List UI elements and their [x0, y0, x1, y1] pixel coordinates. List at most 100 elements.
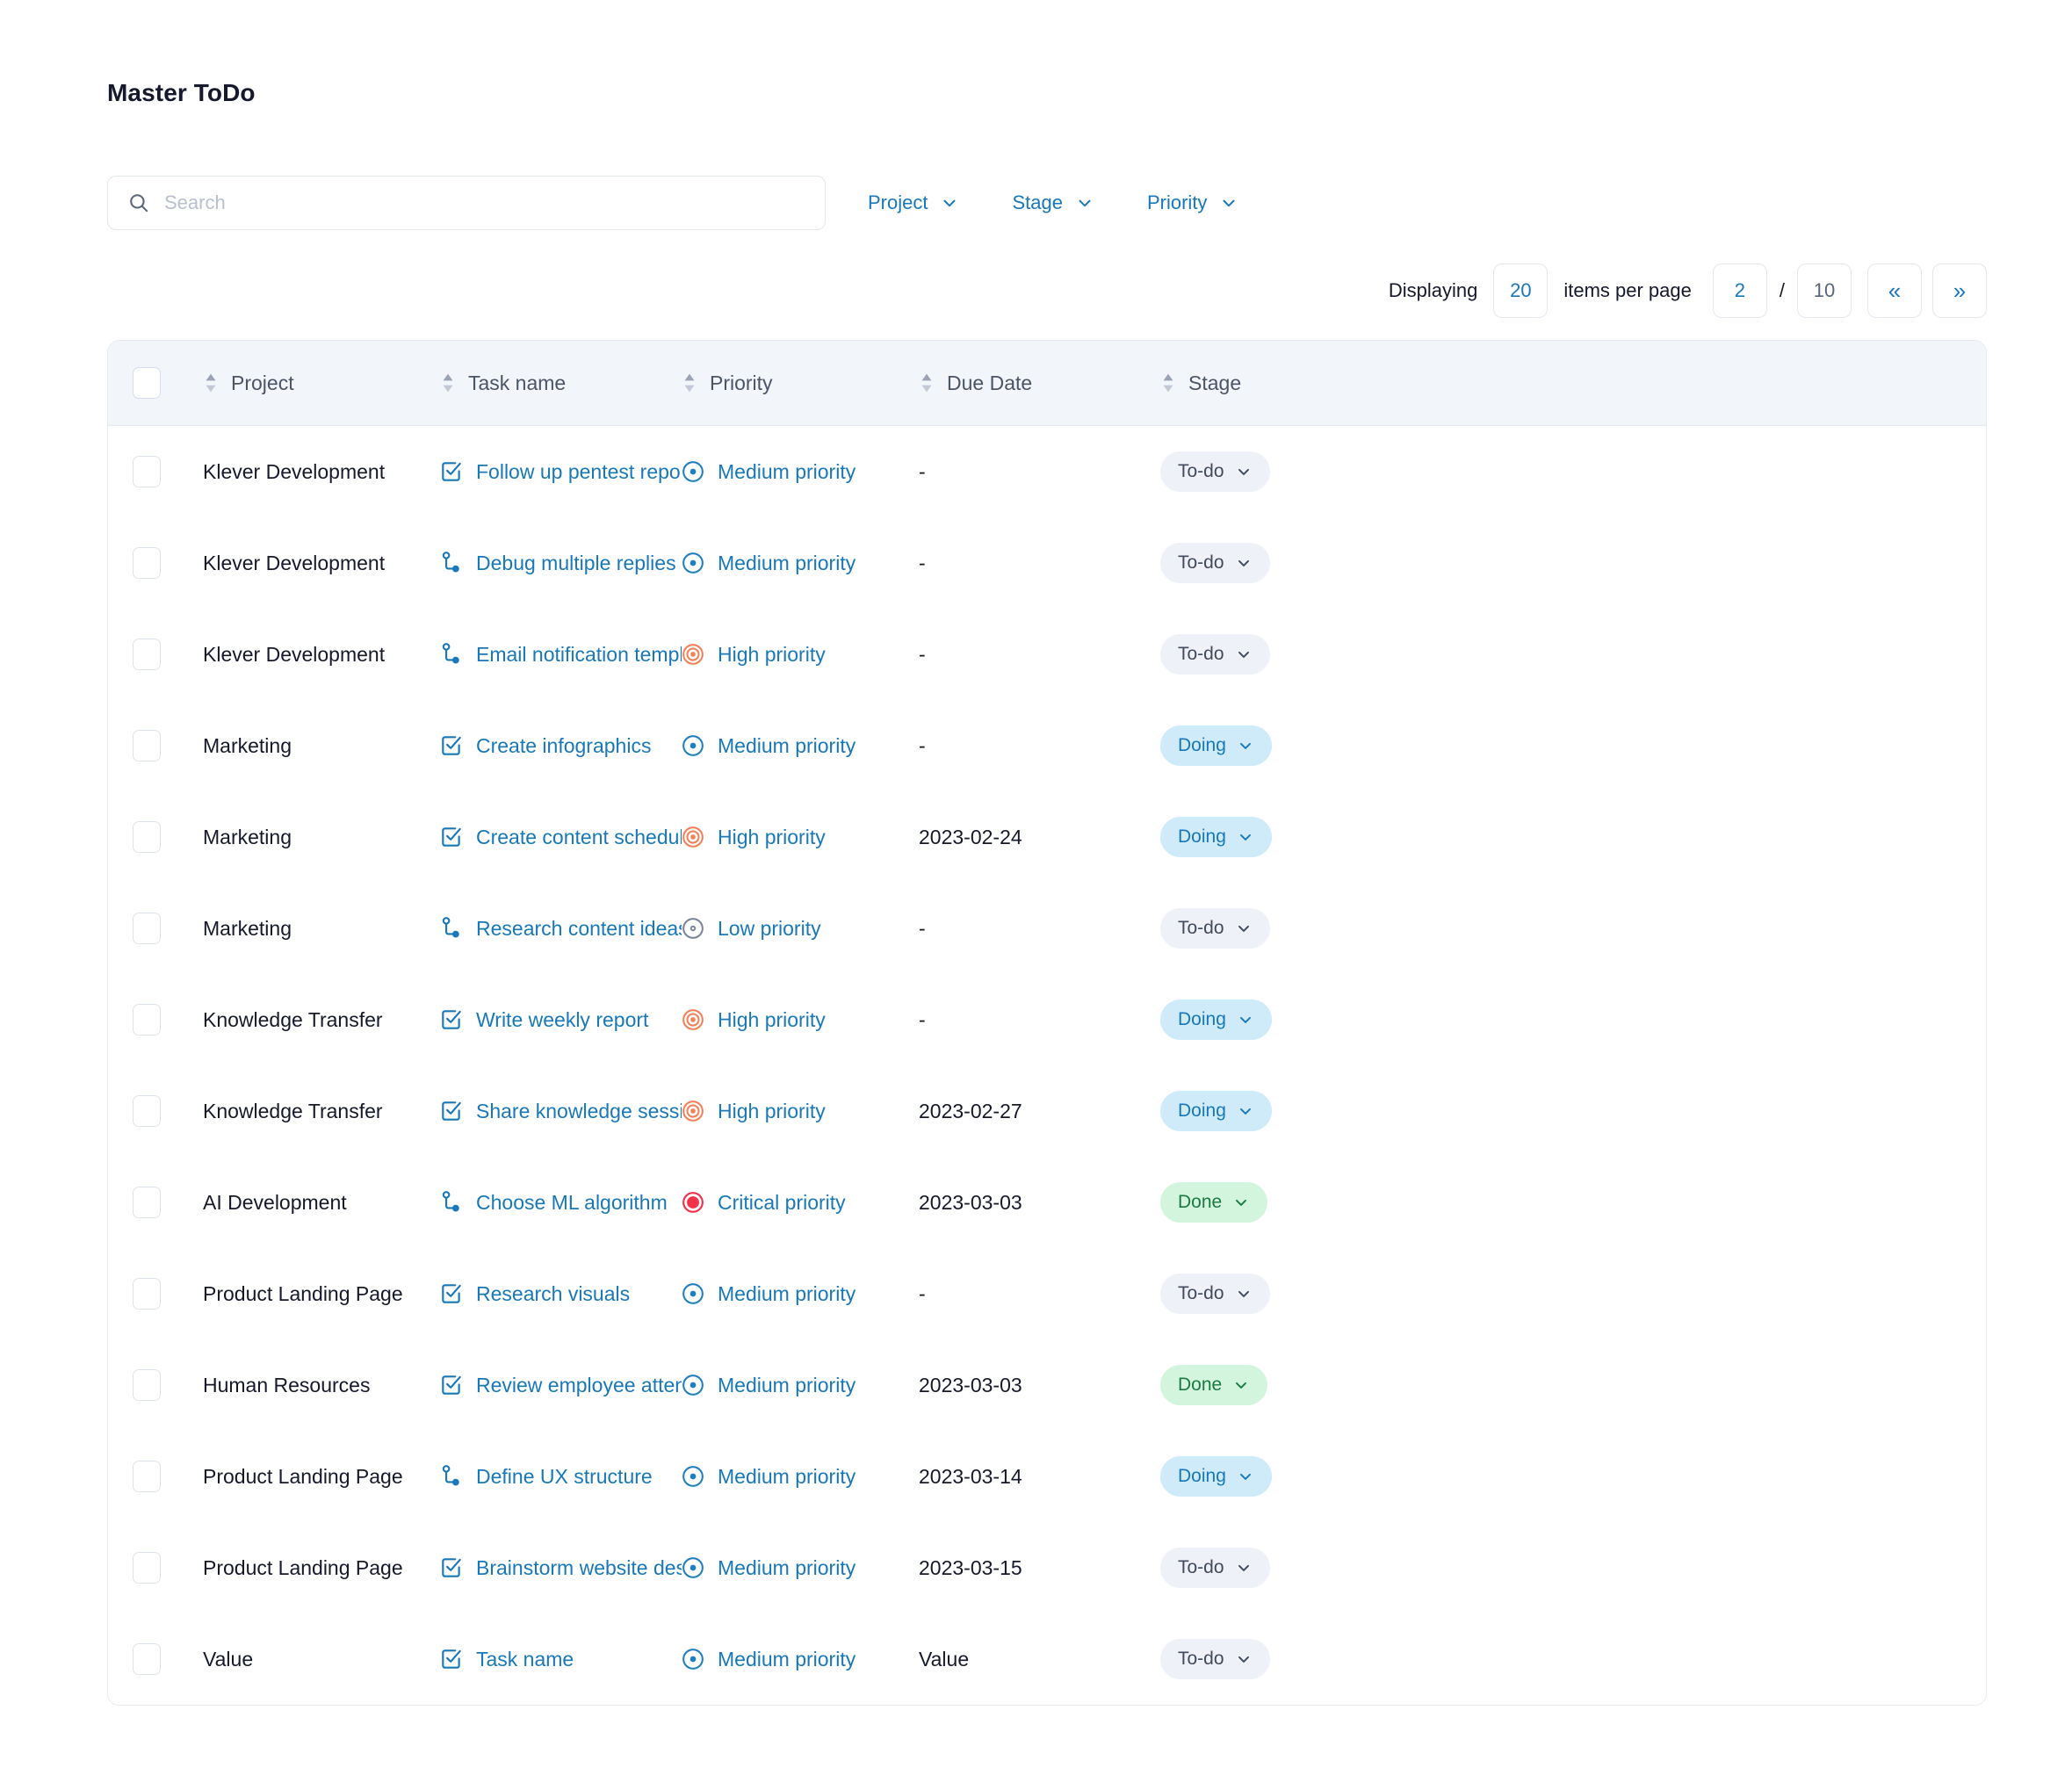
- stage-badge[interactable]: To-do: [1160, 634, 1270, 675]
- cell-due-date: -: [919, 917, 1160, 941]
- priority-selector[interactable]: High priority: [682, 643, 826, 667]
- row-checkbox[interactable]: [133, 1461, 161, 1492]
- task-name-link[interactable]: Write weekly report: [440, 1007, 648, 1032]
- cell-priority: High priority: [682, 643, 919, 667]
- task-name-link[interactable]: Choose ML algorithm: [440, 1190, 668, 1215]
- priority-selector[interactable]: Medium priority: [682, 734, 856, 758]
- stage-badge[interactable]: To-do: [1160, 908, 1270, 949]
- task-name-link[interactable]: Share knowledge session: [440, 1099, 682, 1123]
- current-page-input[interactable]: 2: [1712, 263, 1767, 318]
- priority-selector[interactable]: Medium priority: [682, 1465, 856, 1489]
- items-per-page-label: items per page: [1563, 279, 1692, 301]
- search-box[interactable]: [107, 176, 826, 230]
- row-checkbox[interactable]: [133, 1552, 161, 1584]
- stage-label: To-do: [1178, 552, 1224, 573]
- cell-project: Klever Development: [203, 642, 386, 666]
- filter-project[interactable]: Project: [852, 184, 975, 221]
- stage-badge[interactable]: Done: [1160, 1182, 1268, 1223]
- priority-selector[interactable]: Medium priority: [682, 1648, 856, 1671]
- cell-project: Knowledge Transfer: [203, 1099, 383, 1122]
- priority-selector[interactable]: High priority: [682, 826, 826, 849]
- sort-icon[interactable]: [682, 372, 697, 394]
- stage-badge[interactable]: Doing: [1160, 999, 1272, 1040]
- filter-priority[interactable]: Priority: [1131, 184, 1254, 221]
- row-checkbox[interactable]: [133, 1278, 161, 1310]
- priority-selector[interactable]: High priority: [682, 1008, 826, 1032]
- task-name-link[interactable]: Define UX structure: [440, 1464, 653, 1489]
- priority-selector[interactable]: Low priority: [682, 917, 821, 941]
- row-checkbox[interactable]: [133, 913, 161, 944]
- task-name-link[interactable]: Create infographics: [440, 733, 651, 758]
- subtask-icon: [440, 1464, 463, 1489]
- stage-badge[interactable]: To-do: [1160, 543, 1270, 583]
- stage-badge[interactable]: Doing: [1160, 725, 1272, 766]
- sort-icon[interactable]: [1160, 372, 1176, 394]
- stage-badge[interactable]: Doing: [1160, 1091, 1272, 1131]
- task-name-link[interactable]: Follow up pentest report: [440, 459, 682, 484]
- filter-priority-label: Priority: [1146, 191, 1208, 213]
- column-header-priority[interactable]: Priority: [682, 372, 919, 395]
- stage-badge[interactable]: To-do: [1160, 1639, 1270, 1679]
- column-header-stage[interactable]: Stage: [1160, 372, 1406, 395]
- stage-label: To-do: [1178, 918, 1224, 938]
- row-checkbox[interactable]: [133, 456, 161, 487]
- row-checkbox[interactable]: [133, 1369, 161, 1401]
- priority-selector[interactable]: Medium priority: [682, 552, 856, 575]
- task-name-link[interactable]: Research content ideas: [440, 916, 682, 941]
- priority-selector[interactable]: Critical priority: [682, 1191, 846, 1215]
- row-checkbox[interactable]: [133, 730, 161, 761]
- stage-badge[interactable]: To-do: [1160, 451, 1270, 492]
- priority-label: Medium priority: [718, 551, 856, 574]
- row-select-cell: [108, 1278, 203, 1310]
- select-all-checkbox[interactable]: [133, 367, 161, 399]
- column-header-task-name[interactable]: Task name: [440, 372, 682, 395]
- sort-icon[interactable]: [203, 372, 219, 394]
- previous-page-button[interactable]: «: [1867, 263, 1922, 318]
- row-checkbox[interactable]: [133, 821, 161, 853]
- filter-stage[interactable]: Stage: [996, 184, 1110, 221]
- column-header-project[interactable]: Project: [203, 372, 440, 395]
- sort-icon[interactable]: [440, 372, 456, 394]
- row-checkbox[interactable]: [133, 1004, 161, 1036]
- priority-label: Medium priority: [718, 1464, 856, 1488]
- task-name-link[interactable]: Review employee attenda: [440, 1373, 682, 1397]
- cell-stage: Doing: [1160, 1091, 1406, 1131]
- task-name-link[interactable]: Brainstorm website desig: [440, 1555, 682, 1580]
- double-chevron-left-icon: «: [1888, 277, 1902, 304]
- task-name-link[interactable]: Research visuals: [440, 1281, 630, 1306]
- priority-selector[interactable]: Medium priority: [682, 1374, 856, 1397]
- row-checkbox[interactable]: [133, 1643, 161, 1675]
- search-input[interactable]: [164, 191, 805, 214]
- chevron-down-icon: [1235, 920, 1253, 937]
- next-page-button[interactable]: »: [1932, 263, 1987, 318]
- row-checkbox[interactable]: [133, 1095, 161, 1127]
- due-date-value: 2023-03-15: [919, 1555, 1022, 1579]
- items-per-page-input[interactable]: 20: [1493, 263, 1549, 318]
- priority-selector[interactable]: Medium priority: [682, 1556, 856, 1580]
- task-name-link[interactable]: Create content schedule: [440, 825, 682, 849]
- task-name-link[interactable]: Task name: [440, 1647, 574, 1671]
- stage-badge[interactable]: Doing: [1160, 1456, 1272, 1497]
- priority-selector[interactable]: Medium priority: [682, 460, 856, 484]
- stage-badge[interactable]: To-do: [1160, 1548, 1270, 1588]
- task-name-link[interactable]: Email notification templa..: [440, 642, 682, 667]
- priority-selector[interactable]: Medium priority: [682, 1282, 856, 1306]
- stage-badge[interactable]: Doing: [1160, 817, 1272, 857]
- stage-badge[interactable]: Done: [1160, 1365, 1268, 1405]
- column-header-due-date[interactable]: Due Date: [919, 372, 1160, 395]
- cell-project: Human Resources: [203, 1373, 371, 1396]
- priority-label: High priority: [718, 642, 826, 666]
- row-checkbox[interactable]: [133, 547, 161, 579]
- stage-badge[interactable]: To-do: [1160, 1274, 1270, 1314]
- cell-due-date: 2023-03-03: [919, 1374, 1160, 1397]
- task-name-label: Research content ideas: [476, 916, 682, 940]
- priority-selector[interactable]: High priority: [682, 1100, 826, 1123]
- row-checkbox[interactable]: [133, 1187, 161, 1218]
- row-checkbox[interactable]: [133, 639, 161, 670]
- task-name-label: Review employee attenda: [476, 1373, 682, 1396]
- chevron-down-icon: [1232, 1376, 1250, 1394]
- sort-icon[interactable]: [919, 372, 935, 394]
- task-name-link[interactable]: Debug multiple replies tas: [440, 551, 682, 575]
- chevron-down-icon: [1235, 1650, 1253, 1668]
- cell-priority: Medium priority: [682, 1374, 919, 1397]
